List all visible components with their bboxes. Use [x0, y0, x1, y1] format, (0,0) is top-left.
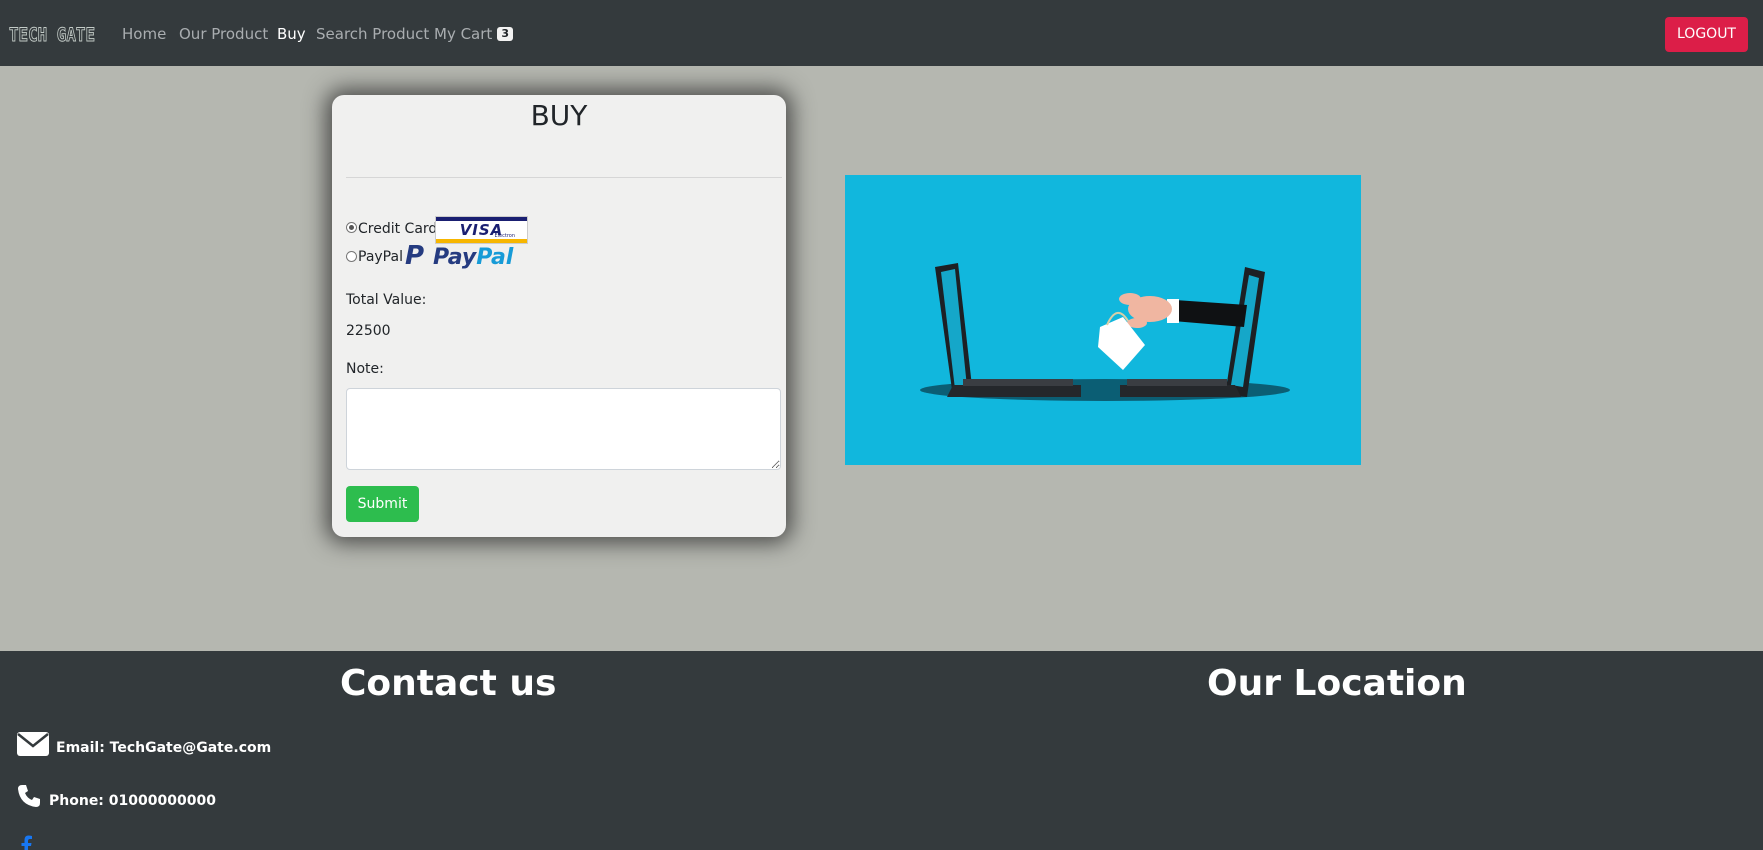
nav-buy[interactable]: Buy [277, 25, 306, 43]
credit-card-radio[interactable] [346, 222, 357, 233]
visa-logo: VISA Electron [435, 216, 528, 244]
online-shopping-icon [920, 263, 1290, 401]
total-value: 22500 [346, 323, 391, 339]
nav-my-cart-label: My Cart [434, 25, 493, 43]
paypal-p-icon: P [405, 241, 425, 271]
credit-card-label[interactable]: Credit Card [358, 221, 437, 237]
nav-home[interactable]: Home [122, 25, 166, 43]
paypal-logo: P PayPal [405, 241, 513, 273]
brand-logo[interactable]: TECH GATE [8, 20, 96, 46]
buy-card: BUY Credit Card VISA Electron PayPal P P… [332, 95, 786, 537]
phone-icon [18, 785, 40, 807]
submit-button[interactable]: Submit [346, 486, 419, 522]
note-textarea[interactable] [346, 388, 781, 470]
buy-title: BUY [530, 99, 588, 132]
envelope-icon [17, 732, 49, 756]
footer: Contact us Our Location Email: TechGate@… [0, 651, 1763, 850]
divider [346, 177, 782, 178]
svg-text:TECH GATE: TECH GATE [9, 24, 95, 46]
facebook-icon[interactable] [18, 834, 34, 850]
nav-my-cart[interactable]: My Cart 3 [434, 25, 513, 43]
paypal-label[interactable]: PayPal [358, 249, 403, 265]
nav-our-product[interactable]: Our Product [179, 25, 268, 43]
logout-button[interactable]: LOGOUT [1665, 17, 1748, 52]
paypal-radio[interactable] [346, 251, 357, 262]
location-heading: Our Location [1207, 663, 1467, 704]
paypal-logo-text: PayPal [433, 245, 514, 270]
nav-search-product[interactable]: Search Product [316, 25, 429, 43]
navbar: TECH GATE Home Our Product Buy Search Pr… [0, 0, 1763, 66]
note-label: Note: [346, 361, 384, 377]
email-text: Email: TechGate@Gate.com [56, 740, 272, 756]
cart-count-badge: 3 [497, 27, 513, 41]
contact-heading: Contact us [340, 663, 557, 704]
total-value-label: Total Value: [346, 292, 427, 308]
online-shopping-illustration [845, 175, 1361, 465]
phone-text: Phone: 01000000000 [49, 793, 216, 809]
